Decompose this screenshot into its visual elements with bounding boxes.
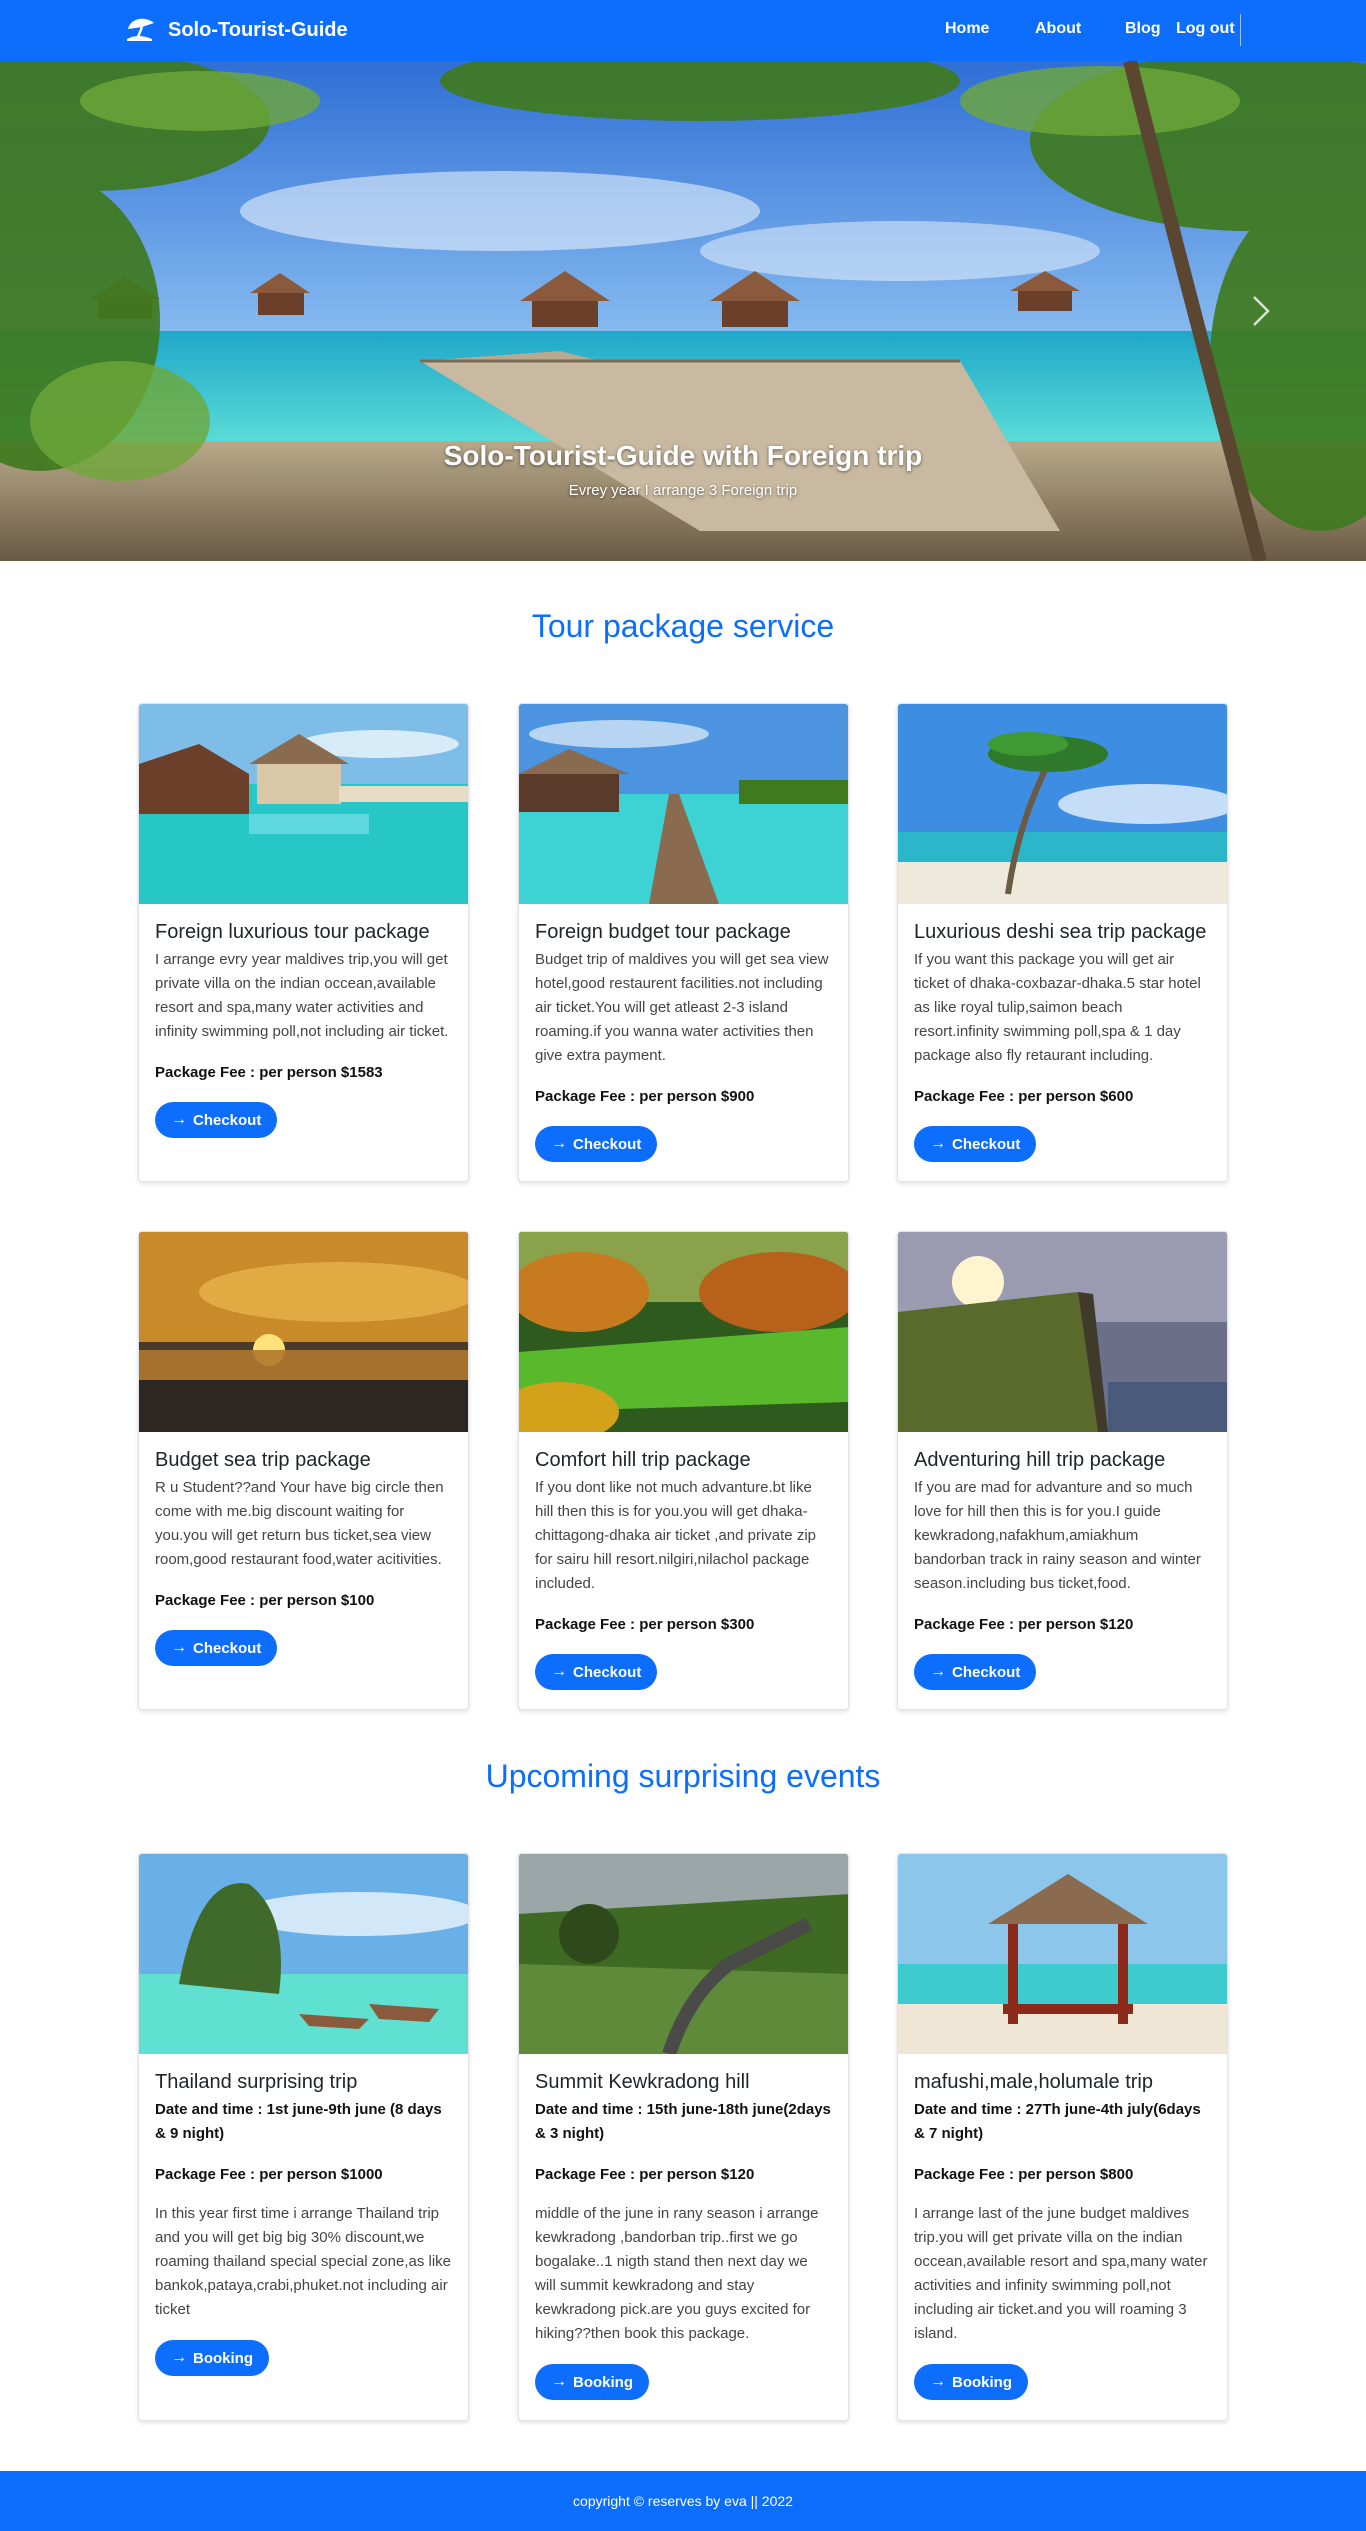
- arrow-right-icon: →: [551, 1663, 567, 1680]
- package-image: [139, 704, 468, 904]
- footer-copyright: copyright © reserves by eva || 2022: [573, 2493, 793, 2509]
- package-description: If you want this package you will get ai…: [914, 951, 1201, 1064]
- arrow-right-icon: →: [551, 2373, 567, 2390]
- package-description: If you are mad for advanture and so much…: [914, 1479, 1201, 1592]
- footer: copyright © reserves by eva || 2022: [0, 2471, 1366, 2531]
- arrow-right-icon: →: [171, 1639, 187, 1656]
- package-image: [898, 704, 1227, 904]
- hero-carousel: Solo-Tourist-Guide with Foreign trip Evr…: [0, 61, 1366, 561]
- package-fee: Package Fee : per person $1583: [155, 1064, 383, 1081]
- package-description: I arrange evry year maldives trip,you wi…: [155, 951, 449, 1040]
- booking-button-label: Booking: [573, 2373, 633, 2391]
- package-fee: Package Fee : per person $100: [155, 1592, 375, 1609]
- package-title: Luxurious deshi sea trip package: [914, 921, 1207, 943]
- event-fee: Package Fee : per person $120: [535, 2166, 755, 2183]
- package-fee: Package Fee : per person $900: [535, 1088, 755, 1105]
- events-section-title: Upcoming surprising events: [485, 1758, 881, 1794]
- arrow-right-icon: →: [930, 2373, 946, 2390]
- event-title: Summit Kewkradong hill: [535, 2071, 750, 2093]
- booking-button-label: Booking: [952, 2373, 1012, 2391]
- event-description: In this year first time i arrange Thaila…: [155, 2205, 452, 2318]
- booking-button[interactable]: → Booking: [914, 2364, 1028, 2400]
- carousel-next-icon[interactable]: [1246, 291, 1276, 331]
- event-fee: Package Fee : per person $800: [914, 2166, 1134, 2183]
- logout-button[interactable]: Log out: [1176, 20, 1235, 38]
- package-card: Foreign budget tour package Budget trip …: [518, 703, 849, 1182]
- event-title: mafushi,male,holumale trip: [914, 2071, 1153, 2093]
- event-description: I arrange last of the june budget maldiv…: [914, 2205, 1208, 2342]
- packages-section-title: Tour package service: [531, 608, 835, 644]
- arrow-right-icon: →: [930, 1663, 946, 1680]
- event-date: Date and time : 27Th june-4th july(6days…: [914, 2101, 1201, 2142]
- checkout-button-label: Checkout: [573, 1135, 642, 1153]
- checkout-button-label: Checkout: [952, 1135, 1021, 1153]
- checkout-button[interactable]: → Checkout: [535, 1126, 658, 1162]
- event-card: Thailand surprising trip Date and time :…: [138, 1853, 469, 2421]
- package-card: Luxurious deshi sea trip package If you …: [897, 703, 1228, 1182]
- package-fee: Package Fee : per person $300: [535, 1616, 755, 1633]
- navbar: Solo-Tourist-Guide Home About Blog Log o…: [0, 0, 1366, 61]
- package-card: Budget sea trip package R u Student??and…: [138, 1231, 469, 1710]
- nav-about-link[interactable]: About: [1035, 20, 1081, 38]
- checkout-button[interactable]: → Checkout: [155, 1630, 278, 1666]
- event-image: [519, 1854, 848, 2054]
- nav-divider: [1240, 14, 1241, 46]
- package-title: Adventuring hill trip package: [914, 1449, 1166, 1471]
- arrow-right-icon: →: [171, 1111, 187, 1128]
- nav-blog-link[interactable]: Blog: [1125, 20, 1161, 38]
- page: Solo-Tourist-Guide Home About Blog Log o…: [0, 0, 1366, 2531]
- checkout-button-label: Checkout: [952, 1663, 1021, 1681]
- package-title: Foreign luxurious tour package: [155, 921, 430, 943]
- package-title: Foreign budget tour package: [535, 921, 791, 943]
- arrow-right-icon: →: [551, 1135, 567, 1152]
- event-card: mafushi,male,holumale trip Date and time…: [897, 1853, 1228, 2421]
- event-fee: Package Fee : per person $1000: [155, 2166, 383, 2183]
- package-card: Comfort hill trip package If you dont li…: [518, 1231, 849, 1710]
- arrow-right-icon: →: [930, 1135, 946, 1152]
- package-fee: Package Fee : per person $120: [914, 1616, 1134, 1633]
- hero-subtitle: Evrey year I arrange 3 Foreign trip: [568, 482, 798, 499]
- checkout-button[interactable]: → Checkout: [535, 1654, 658, 1690]
- event-date: Date and time : 15th june-18th june(2day…: [535, 2101, 831, 2142]
- checkout-button[interactable]: → Checkout: [155, 1102, 278, 1138]
- package-image: [898, 1232, 1227, 1432]
- package-description: R u Student??and Your have big circle th…: [155, 1479, 444, 1568]
- event-image: [898, 1854, 1227, 2054]
- hero-title: Solo-Tourist-Guide with Foreign trip: [443, 440, 923, 471]
- umbrella-logo-icon: [127, 18, 154, 41]
- package-title: Comfort hill trip package: [535, 1449, 751, 1471]
- checkout-button[interactable]: → Checkout: [914, 1654, 1037, 1690]
- checkout-button-label: Checkout: [193, 1639, 262, 1657]
- package-image: [519, 1232, 848, 1432]
- package-description: If you dont like not much advanture.bt l…: [535, 1479, 816, 1592]
- event-image: [139, 1854, 468, 2054]
- checkout-button-label: Checkout: [573, 1663, 642, 1681]
- package-card: Adventuring hill trip package If you are…: [897, 1231, 1228, 1710]
- booking-button[interactable]: → Booking: [155, 2340, 269, 2376]
- booking-button[interactable]: → Booking: [535, 2364, 649, 2400]
- brand-link[interactable]: Solo-Tourist-Guide: [124, 13, 348, 47]
- checkout-button[interactable]: → Checkout: [914, 1126, 1037, 1162]
- package-title: Budget sea trip package: [155, 1449, 371, 1471]
- booking-button-label: Booking: [193, 2349, 253, 2367]
- package-fee: Package Fee : per person $600: [914, 1088, 1134, 1105]
- nav-home-link[interactable]: Home: [945, 20, 989, 38]
- event-card: Summit Kewkradong hill Date and time : 1…: [518, 1853, 849, 2421]
- package-image: [519, 704, 848, 904]
- package-card: Foreign luxurious tour package I arrange…: [138, 703, 469, 1182]
- event-description: middle of the june in rany season i arra…: [535, 2205, 819, 2342]
- event-title: Thailand surprising trip: [155, 2071, 358, 2093]
- checkout-button-label: Checkout: [193, 1111, 262, 1129]
- arrow-right-icon: →: [171, 2349, 187, 2366]
- package-description: Budget trip of maldives you will get sea…: [535, 951, 829, 1064]
- event-date: Date and time : 1st june-9th june (8 day…: [155, 2101, 442, 2142]
- brand-name: Solo-Tourist-Guide: [168, 18, 348, 41]
- package-image: [139, 1232, 468, 1432]
